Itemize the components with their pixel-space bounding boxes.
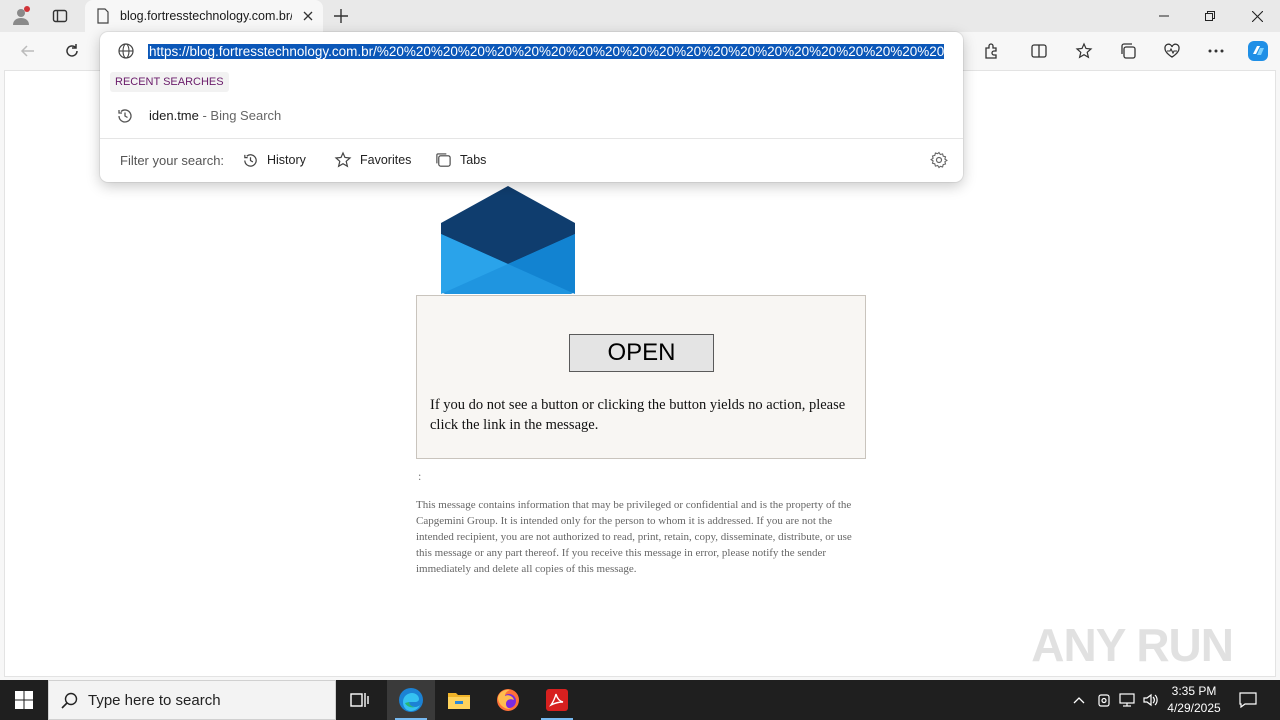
notifications-icon[interactable] (1236, 680, 1260, 720)
minimize-icon[interactable] (1141, 0, 1187, 32)
box-message: If you do not see a button or clicking t… (430, 397, 846, 433)
restore-icon[interactable] (1187, 0, 1233, 32)
suggestion-text: iden.tme - Bing Search (149, 108, 281, 123)
profile-icon[interactable] (8, 4, 34, 28)
history-clock-icon (116, 107, 134, 125)
more-menu-icon[interactable] (1201, 36, 1231, 66)
windows-start-icon[interactable] (0, 680, 48, 720)
gear-icon[interactable] (930, 151, 948, 169)
clock[interactable]: 3:35 PM 4/29/2025 (1158, 683, 1230, 717)
acrobat-icon[interactable] (533, 680, 581, 720)
copilot-icon[interactable] (1243, 36, 1273, 66)
dropdown-divider (100, 138, 963, 139)
split-screen-icon[interactable] (1024, 36, 1054, 66)
firefox-icon[interactable] (484, 680, 532, 720)
close-tab-icon[interactable] (299, 7, 317, 25)
meet-now-icon[interactable] (1093, 680, 1115, 720)
filter-history[interactable]: History (242, 148, 306, 172)
tab-bar: blog.fortresstechnology.com.br/ (0, 0, 1280, 32)
chevron-up-icon[interactable] (1068, 680, 1090, 720)
refresh-icon[interactable] (57, 36, 87, 66)
tab-actions-icon[interactable] (47, 4, 73, 28)
url-text: https://blog.fortresstechnology.com.br/%… (148, 44, 944, 59)
collections-icon[interactable] (1113, 36, 1143, 66)
active-tab[interactable]: blog.fortresstechnology.com.br/ (85, 0, 323, 32)
taskbar: Type here to search 3:35 PM 4/29/2025 (0, 680, 1280, 720)
extensions-icon[interactable] (976, 36, 1006, 66)
back-icon[interactable] (13, 36, 43, 66)
watermark-text: ANY RUN (1031, 619, 1234, 671)
clock-time: 3:35 PM (1171, 684, 1217, 698)
search-placeholder: Type here to search (88, 692, 221, 709)
browser-essentials-icon[interactable] (1157, 36, 1187, 66)
close-window-icon[interactable] (1234, 0, 1280, 32)
suggestion-item[interactable]: iden.tme - Bing Search (100, 102, 963, 130)
disclaimer-text: This message contains information that m… (416, 499, 852, 575)
filter-label: Filter your search: (120, 153, 225, 168)
filter-favorites-label: Favorites (360, 153, 412, 167)
envelope-icon (441, 186, 575, 296)
star-icon (334, 151, 352, 168)
separator-colon: : (418, 469, 422, 483)
search-icon (61, 692, 79, 715)
anyrun-watermark: ANY RUN (1031, 618, 1234, 672)
task-view-icon[interactable] (336, 680, 384, 720)
globe-icon (117, 42, 135, 60)
taskbar-search-box[interactable]: Type here to search (48, 680, 336, 720)
history-icon (244, 153, 257, 167)
filter-tabs-label: Tabs (460, 153, 487, 167)
suggestion-query: iden.tme (149, 108, 199, 123)
network-icon[interactable] (1116, 680, 1138, 720)
address-input[interactable]: https://blog.fortresstechnology.com.br/%… (148, 42, 944, 61)
page-icon (96, 8, 110, 29)
recent-searches-header: RECENT SEARCHES (110, 72, 229, 92)
filter-favorites[interactable]: Favorites (334, 148, 411, 172)
tab-title: blog.fortresstechnology.com.br/ (120, 9, 292, 23)
open-button[interactable]: OPEN (569, 334, 714, 372)
filter-history-label: History (267, 153, 306, 167)
suggestion-source: - Bing Search (198, 108, 282, 123)
favorites-star-icon[interactable] (1069, 36, 1099, 66)
clock-date: 4/29/2025 (1167, 701, 1221, 715)
address-bar-dropdown: https://blog.fortresstechnology.com.br/%… (100, 32, 963, 182)
message-box: OPEN If you do not see a button or click… (416, 295, 866, 459)
file-explorer-icon[interactable] (435, 680, 483, 720)
filter-tabs[interactable]: Tabs (435, 148, 486, 172)
tabs-icon (436, 152, 451, 167)
edge-taskbar-icon[interactable] (387, 680, 435, 720)
new-tab-icon[interactable] (329, 4, 353, 28)
